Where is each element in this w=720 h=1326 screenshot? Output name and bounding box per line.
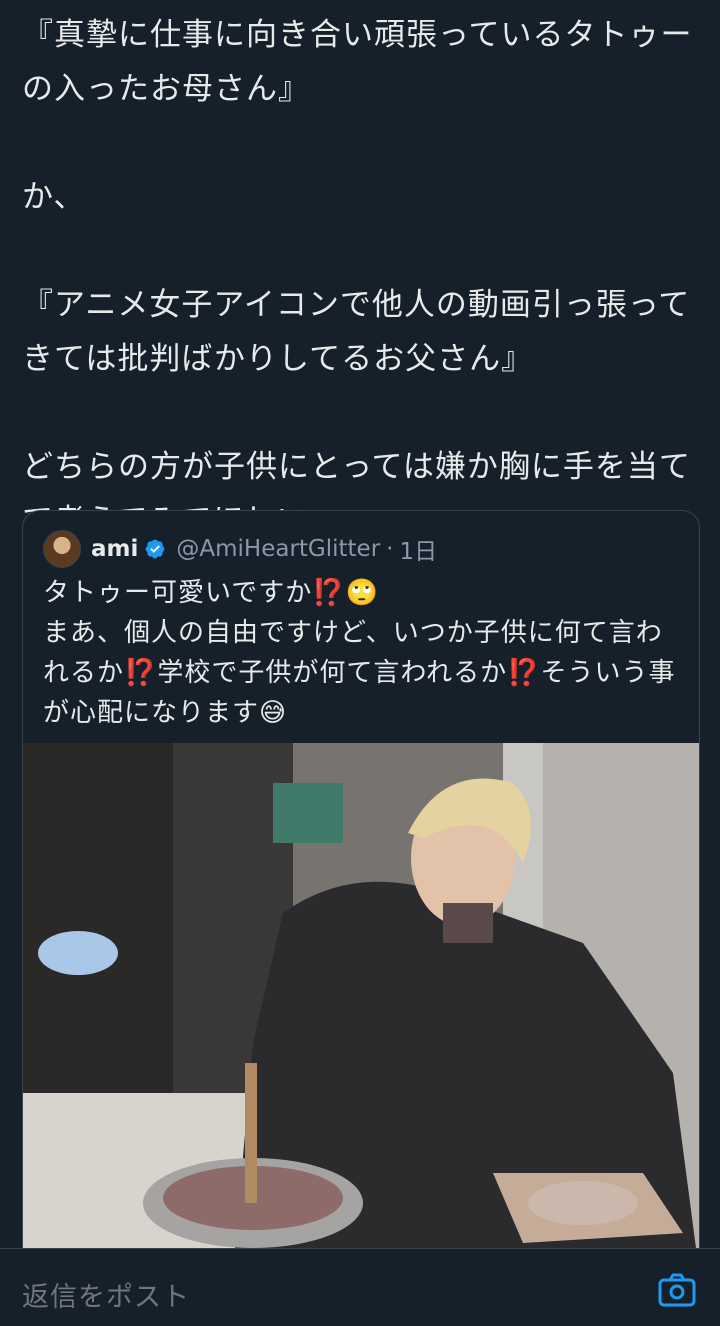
quoted-tweet-card[interactable]: ami @AmiHeartGlitter · 1日 タトゥー可愛いですか⁉️🙄 … — [22, 510, 700, 1272]
quoted-timestamp[interactable]: 1日 — [399, 532, 437, 566]
separator-dot: · — [386, 536, 394, 562]
tweet-spacer — [22, 224, 698, 278]
quoted-tweet-text: タトゥー可愛いですか⁉️🙄 まあ、個人の自由ですけど、いつか子供に何て言われるか… — [43, 573, 683, 733]
tweet-spacer — [22, 116, 698, 170]
video-thumbnail[interactable] — [23, 743, 699, 1271]
tweet-spacer — [22, 386, 698, 440]
tweet-text: 『真摯に仕事に向き合い頑張っているタトゥーの入ったお母さん』 か、 『アニメ女子… — [22, 8, 698, 548]
reply-input[interactable]: 返信をポスト — [22, 1275, 190, 1314]
reply-composer: 返信をポスト — [0, 1248, 720, 1326]
camera-icon[interactable] — [658, 1273, 696, 1307]
quoted-tweet-header: ami @AmiHeartGlitter · 1日 — [43, 529, 437, 569]
quoted-line: まあ、個人の自由ですけど、いつか子供に何て言われるか⁉️学校で子供が何て言われる… — [43, 618, 676, 728]
tweet-line: 『真摯に仕事に向き合い頑張っているタトゥーの入ったお母さん』 — [22, 17, 693, 107]
quoted-author-name[interactable]: ami — [91, 536, 138, 562]
video-frame-illustration — [23, 743, 699, 1271]
avatar[interactable] — [43, 530, 81, 568]
tweet-line: か、 — [22, 179, 86, 215]
tweet-line: 『アニメ女子アイコンで他人の動画引っ張ってきては批判ばかりしてるお父さん』 — [22, 287, 691, 377]
verified-badge-icon — [145, 539, 165, 559]
quoted-author-handle[interactable]: @AmiHeartGlitter — [176, 536, 380, 562]
quoted-line: タトゥー可愛いですか⁉️🙄 — [43, 578, 379, 608]
